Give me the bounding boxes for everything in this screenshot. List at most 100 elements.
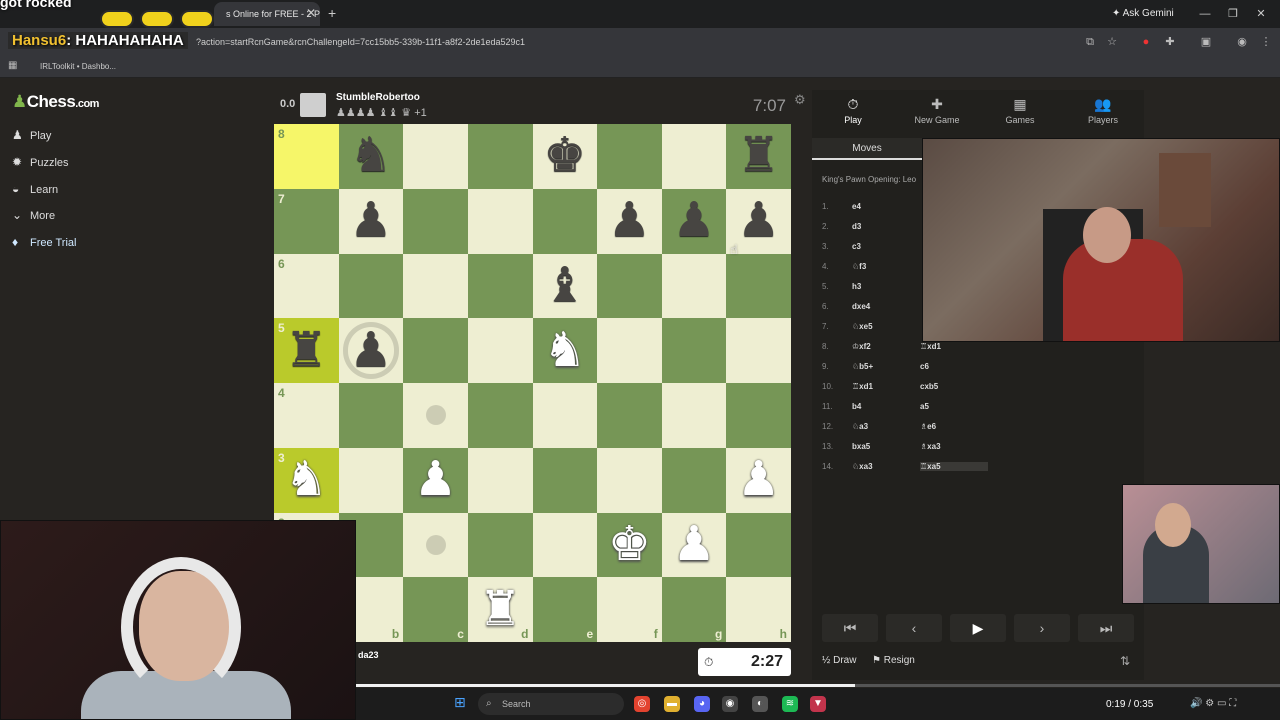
first-move-button[interactable]: ⏮ [822, 614, 878, 642]
square-h5[interactable] [726, 318, 791, 383]
square-b4[interactable] [338, 383, 404, 448]
square-b3[interactable] [338, 447, 404, 513]
maximize-icon[interactable]: ❐ [1224, 5, 1242, 23]
spotify-icon[interactable]: ≋ [782, 696, 798, 712]
black-pawn-icon[interactable]: ♟ [737, 197, 780, 245]
white-move[interactable]: ♘f3 [852, 262, 920, 271]
chess-logo[interactable]: ♟Chess.com [12, 92, 99, 112]
capture-hint-ring[interactable] [342, 322, 400, 379]
square-f2[interactable]: ♚ [597, 512, 662, 578]
sidebar-item-free-trial[interactable]: ♦ Free Trial [12, 231, 112, 253]
menu-icon[interactable]: ⋮ [1258, 34, 1274, 50]
square-g1[interactable]: g [661, 577, 727, 642]
folder-icon[interactable]: ▬ [664, 696, 680, 712]
move-hint-dot[interactable] [425, 405, 446, 426]
black-move[interactable]: ♖xa5 [920, 461, 988, 471]
resign-button[interactable]: ⚑ Resign [872, 655, 915, 666]
white-move[interactable]: h3 [852, 282, 920, 291]
square-e7[interactable] [532, 188, 598, 254]
black-pawn-icon[interactable]: ♟ [673, 197, 716, 245]
square-e3[interactable] [532, 447, 598, 513]
tab-moves[interactable]: Moves [812, 138, 922, 160]
star-icon[interactable]: ☆ [1104, 34, 1120, 50]
square-c1[interactable]: c [403, 577, 468, 642]
white-rook-icon[interactable]: ♜ [479, 585, 522, 634]
square-f5[interactable] [597, 318, 662, 383]
next-move-button[interactable]: › [1014, 614, 1070, 642]
black-move[interactable]: ♗xa3 [920, 442, 988, 451]
square-f7[interactable]: ♟ [597, 188, 662, 254]
bookmark-irltoolkit[interactable]: IRLToolkit • Dashbo... [40, 62, 116, 71]
square-d6[interactable] [467, 253, 533, 319]
square-d3[interactable] [467, 447, 533, 513]
square-h2[interactable] [726, 512, 791, 578]
square-c7[interactable] [403, 188, 468, 254]
white-king-icon[interactable]: ♚ [608, 520, 651, 569]
square-b5[interactable]: ♟ [338, 318, 404, 383]
app-red-icon[interactable]: ▼ [810, 696, 826, 712]
obs-icon[interactable]: ◉ [722, 696, 738, 712]
square-f4[interactable] [597, 383, 662, 448]
square-g7[interactable]: ♟ [661, 188, 727, 254]
white-move[interactable]: d3 [852, 222, 920, 231]
square-f3[interactable] [597, 447, 662, 513]
close-window-icon[interactable]: ✕ [1252, 5, 1270, 23]
square-c2[interactable] [403, 512, 468, 578]
square-a7[interactable]: 7 [274, 188, 339, 254]
white-move[interactable]: ♖xd1 [852, 382, 920, 391]
ask-gemini-button[interactable]: ✦ Ask Gemini [1104, 5, 1182, 23]
discord-icon[interactable]: ◕ [694, 696, 710, 712]
square-d4[interactable] [467, 383, 533, 448]
minimize-icon[interactable]: — [1196, 5, 1214, 23]
square-e1[interactable]: e [532, 577, 598, 642]
top-player-name[interactable]: StumbleRobertoo [336, 92, 420, 103]
square-b7[interactable]: ♟ [338, 188, 404, 254]
square-c5[interactable] [403, 318, 468, 383]
play-button[interactable]: ▶ [950, 614, 1006, 642]
url-text[interactable]: ?action=startRcnGame&rcnChallengeId=7cc1… [196, 37, 525, 47]
white-move[interactable]: bxa5 [852, 442, 920, 451]
square-g8[interactable] [661, 124, 727, 189]
puzzle-extension-icon[interactable]: ✚ [1162, 34, 1178, 50]
square-b8[interactable]: ♞ [338, 124, 404, 189]
square-a5[interactable]: 5 ♜ [274, 318, 339, 383]
white-move[interactable]: ♘b5+ [852, 362, 920, 371]
white-move[interactable]: c3 [852, 242, 920, 251]
square-a4[interactable]: 4 [274, 383, 339, 448]
square-c6[interactable] [403, 253, 468, 319]
square-c8[interactable] [403, 124, 468, 189]
square-a8[interactable]: 8 [274, 124, 339, 189]
square-f8[interactable] [597, 124, 662, 189]
system-tray[interactable]: 🔊 ⚙ ▭ ⛶ [1190, 698, 1236, 709]
flip-board-icon[interactable]: ⇅ [1120, 654, 1130, 668]
black-move[interactable]: a5 [920, 402, 988, 411]
square-e2[interactable] [532, 512, 598, 578]
sidepanel-icon[interactable]: ▣ [1198, 34, 1214, 50]
square-a3[interactable]: 3 ♞ [274, 447, 339, 513]
white-pawn-icon[interactable]: ♟ [673, 520, 716, 569]
square-e4[interactable] [532, 383, 598, 448]
white-pawn-icon[interactable]: ♟ [414, 456, 457, 504]
white-move[interactable]: ♘xa3 [852, 462, 920, 471]
black-move[interactable]: ♗e6 [920, 422, 988, 431]
square-h1[interactable]: h [726, 577, 791, 642]
close-tab-icon[interactable]: ✕ [304, 6, 318, 20]
black-move[interactable]: c6 [920, 362, 988, 371]
black-move[interactable]: cxb5 [920, 382, 988, 391]
square-g3[interactable] [661, 447, 727, 513]
square-h4[interactable] [726, 383, 791, 448]
square-g6[interactable] [661, 253, 727, 319]
move-hint-dot[interactable] [425, 534, 446, 555]
windows-start-icon[interactable]: ⊞ [454, 694, 466, 711]
install-icon[interactable]: ⧉ [1082, 34, 1098, 50]
black-pawn-icon[interactable]: ♟ [349, 197, 392, 245]
draw-button[interactable]: ½ Draw [822, 655, 856, 666]
black-move[interactable]: ♖xd1 [920, 342, 988, 351]
taskbar-search[interactable]: ⌕ Search [478, 693, 624, 715]
sidebar-item-puzzles[interactable]: ✹ Puzzles [12, 151, 112, 173]
square-d2[interactable] [467, 512, 533, 578]
profile-icon[interactable]: ◉ [1234, 34, 1250, 50]
square-f6[interactable] [597, 253, 662, 319]
white-move[interactable]: b4 [852, 402, 920, 411]
square-g2[interactable]: ♟ [661, 512, 727, 578]
